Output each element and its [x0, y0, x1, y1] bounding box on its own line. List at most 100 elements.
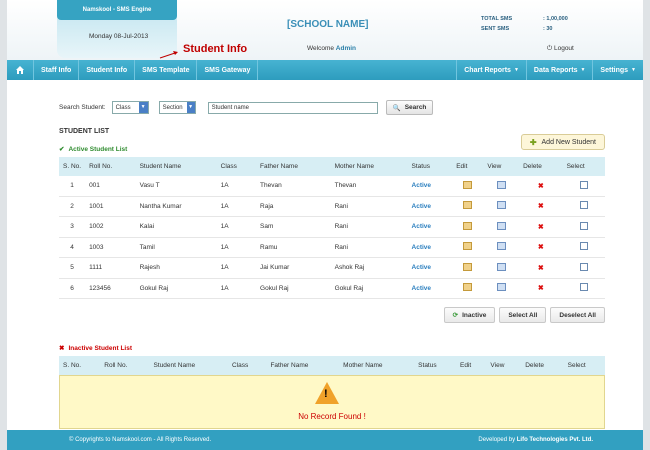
add-new-student-button[interactable]: ✚ Add New Student: [520, 134, 605, 150]
delete-icon[interactable]: ✖: [538, 183, 544, 190]
edit-icon[interactable]: [463, 221, 473, 230]
welcome-prefix: Welcome: [307, 45, 334, 52]
logout-button[interactable]: ⏻ Logout: [547, 45, 574, 53]
no-record-text: No Record Found !: [298, 412, 366, 421]
main-nav: Staff Info Student Info SMS Template SMS…: [7, 60, 643, 80]
cell-father-name: Ramu: [256, 237, 331, 258]
search-label: Search Student:: [59, 104, 106, 111]
nav-student-info[interactable]: Student Info: [79, 60, 136, 80]
column-header: Class: [228, 356, 267, 375]
column-header: Mother Name: [330, 157, 408, 176]
chevron-down-icon: ▼: [631, 67, 636, 73]
delete-icon[interactable]: ✖: [538, 224, 544, 231]
delete-icon[interactable]: ✖: [538, 265, 544, 272]
plus-icon: ✚: [529, 137, 537, 147]
cell-student-name: Kalai: [135, 216, 217, 238]
status-link[interactable]: Active: [407, 196, 453, 217]
welcome-text: Welcome Admin: [307, 45, 356, 52]
delete-icon[interactable]: ✖: [538, 285, 544, 292]
select-checkbox[interactable]: [579, 221, 588, 230]
cell-roll: 1001: [85, 196, 136, 217]
select-checkbox[interactable]: [579, 283, 588, 292]
view-icon[interactable]: [496, 242, 506, 251]
view-icon[interactable]: [496, 201, 506, 210]
select-all-button[interactable]: Select All: [499, 307, 547, 323]
cell-father-name: Raja: [256, 196, 331, 217]
power-icon: ⏻: [547, 45, 553, 52]
column-header: Father Name: [256, 157, 331, 176]
cell-roll: 1111: [85, 257, 136, 279]
sms-counter: TOTAL SMS: 1,00,000 SENT SMS: 30: [481, 14, 568, 34]
cell-roll: 1003: [85, 237, 136, 258]
cell-father-name: Thevan: [256, 176, 331, 197]
column-header: Class: [216, 157, 257, 176]
status-link[interactable]: Active: [407, 257, 453, 279]
column-header: View: [483, 157, 520, 176]
view-icon[interactable]: [496, 221, 506, 230]
column-header: Delete: [519, 157, 563, 176]
edit-icon[interactable]: [463, 180, 473, 189]
column-header: Select: [563, 356, 605, 375]
nav-settings[interactable]: Settings ▼: [593, 60, 643, 80]
brand-logo: Namskool - SMS Engine: [57, 0, 177, 20]
search-button[interactable]: 🔍 Search: [385, 100, 434, 115]
section-select[interactable]: Section ▼: [158, 101, 196, 114]
view-icon[interactable]: [496, 262, 506, 271]
column-header: Status: [414, 356, 457, 375]
edit-icon[interactable]: [463, 283, 473, 292]
cell-class: 1A: [216, 257, 257, 279]
delete-icon[interactable]: ✖: [538, 244, 544, 251]
class-select-value: Class: [115, 104, 131, 111]
cell-student-name: Nantha Kumar: [135, 196, 217, 217]
nav-settings-label: Settings: [600, 66, 629, 74]
cell-sno: 4: [59, 237, 86, 258]
table-row: 1 001 Vasu T 1A Thevan Thevan Active ✖: [59, 176, 605, 197]
status-link[interactable]: Active: [407, 237, 453, 258]
cell-class: 1A: [216, 176, 257, 197]
annotation-arrow-icon: [159, 51, 178, 59]
status-link[interactable]: Active: [407, 216, 453, 238]
nav-sms-template[interactable]: SMS Template: [135, 60, 198, 80]
inactive-button[interactable]: ⟳ Inactive: [443, 307, 496, 323]
nav-sms-gateway[interactable]: SMS Gateway: [197, 60, 259, 80]
class-select[interactable]: Class ▼: [111, 101, 149, 114]
add-new-student-label: Add New Student: [541, 138, 596, 146]
cell-mother-name: Rani: [330, 196, 408, 217]
nav-chart-reports[interactable]: Chart Reports ▼: [457, 60, 527, 80]
status-link[interactable]: Active: [407, 278, 453, 299]
select-checkbox[interactable]: [579, 180, 588, 189]
logout-label: Logout: [553, 45, 574, 52]
delete-icon[interactable]: ✖: [538, 203, 544, 210]
total-sms-label: TOTAL SMS: [481, 16, 513, 22]
home-button[interactable]: [7, 60, 34, 80]
cell-student-name: Gokul Raj: [135, 278, 217, 299]
developer-credit: Developed by Lifo Technologies Pvt. Ltd.: [478, 437, 593, 443]
select-checkbox[interactable]: [579, 201, 588, 210]
table-row: 4 1003 Tamil 1A Ramu Rani Active ✖: [59, 237, 605, 258]
chevron-down-icon: ▼: [580, 67, 586, 73]
cell-mother-name: Rani: [330, 237, 408, 258]
nav-data-reports[interactable]: Data Reports ▼: [527, 60, 594, 80]
view-icon[interactable]: [496, 180, 506, 189]
student-name-input[interactable]: Student name: [207, 101, 378, 114]
nav-staff-info[interactable]: Staff Info: [34, 60, 80, 80]
sent-sms-label: SENT SMS: [481, 26, 510, 32]
edit-icon[interactable]: [463, 262, 473, 271]
section-select-value: Section: [162, 104, 183, 111]
column-header: Roll No.: [100, 356, 150, 375]
view-icon[interactable]: [496, 283, 506, 292]
cell-father-name: Sam: [256, 216, 331, 238]
annotation-label: Student Info: [183, 43, 248, 55]
sent-sms-value: : 30: [543, 26, 553, 32]
edit-icon[interactable]: [463, 242, 473, 251]
status-link[interactable]: Active: [407, 176, 453, 197]
search-icon: 🔍: [392, 104, 401, 112]
edit-icon[interactable]: [463, 201, 473, 210]
cell-sno: 5: [59, 257, 86, 279]
deselect-all-button[interactable]: Deselect All: [550, 307, 605, 323]
select-checkbox[interactable]: [579, 242, 588, 251]
cell-student-name: Rajesh: [135, 257, 217, 279]
chevron-down-icon: ▼: [513, 67, 519, 73]
select-checkbox[interactable]: [579, 262, 588, 271]
cell-mother-name: Thevan: [330, 176, 408, 197]
